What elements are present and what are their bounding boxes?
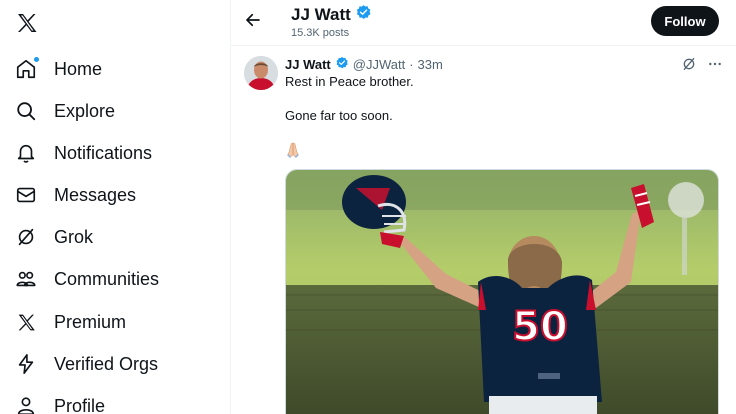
person-icon	[14, 394, 38, 414]
verified-badge-icon	[355, 4, 372, 26]
lightning-icon	[14, 352, 38, 376]
post-timestamp[interactable]: 33m	[418, 57, 443, 72]
nav-label-grok: Grok	[54, 226, 94, 247]
nav-item-grok[interactable]: Grok	[14, 222, 93, 252]
avatar[interactable]	[244, 56, 278, 90]
nav-item-explore[interactable]: Explore	[14, 96, 115, 126]
page-title: JJ Watt	[291, 4, 372, 26]
nav-label-messages: Messages	[54, 184, 137, 205]
follow-button[interactable]: Follow	[651, 6, 719, 36]
envelope-icon	[14, 183, 38, 207]
more-options-icon[interactable]	[707, 56, 723, 77]
search-icon	[14, 99, 38, 123]
bell-icon	[14, 141, 38, 165]
nav-item-home[interactable]: Home	[14, 54, 102, 84]
post-text-line-2: Gone far too soon.	[285, 108, 393, 123]
nav-label-communities: Communities	[54, 268, 160, 289]
posts-count: 15.3K posts	[291, 27, 350, 39]
nav-label-explore: Explore	[54, 100, 116, 121]
grok-icon[interactable]	[681, 56, 697, 77]
nav-label-home: Home	[54, 58, 103, 79]
jersey-number: 50	[512, 304, 568, 350]
separator-dot: ·	[409, 57, 414, 72]
left-nav: Home Explore Notifications Messages Grok…	[0, 0, 230, 414]
post-media-image[interactable]: 50	[285, 169, 719, 414]
header-name: JJ Watt	[291, 5, 351, 24]
nav-item-profile[interactable]: Profile	[14, 391, 105, 414]
verified-badge-icon	[335, 56, 349, 73]
notification-dot	[33, 56, 40, 63]
nav-label-profile: Profile	[54, 395, 106, 414]
author-name[interactable]: JJ Watt	[285, 57, 331, 72]
people-icon	[14, 267, 38, 291]
column-divider	[230, 0, 231, 414]
profile-header: JJ Watt 15.3K posts Follow	[231, 0, 736, 46]
post-header: JJ Watt @JJWatt · 33m	[285, 56, 443, 73]
praying-hands-emoji	[284, 141, 302, 159]
x-logo-icon	[14, 310, 38, 334]
x-logo-icon[interactable]	[14, 10, 40, 36]
post-text-line-1: Rest in Peace brother.	[285, 74, 414, 89]
post-actions	[681, 56, 723, 77]
nav-label-notifications: Notifications	[54, 142, 153, 163]
nav-label-premium: Premium	[54, 311, 127, 332]
nav-item-communities[interactable]: Communities	[14, 264, 159, 294]
home-icon	[14, 56, 40, 81]
nav-item-messages[interactable]: Messages	[14, 180, 136, 210]
back-button[interactable]	[241, 10, 265, 34]
nav-label-verified-orgs: Verified Orgs	[54, 353, 159, 374]
nav-item-notifications[interactable]: Notifications	[14, 138, 152, 168]
nav-item-premium[interactable]: Premium	[14, 307, 126, 337]
nav-item-verified-orgs[interactable]: Verified Orgs	[14, 349, 158, 379]
arrow-left-icon	[244, 11, 262, 34]
author-handle[interactable]: @JJWatt	[353, 57, 405, 72]
grok-icon	[14, 225, 38, 249]
